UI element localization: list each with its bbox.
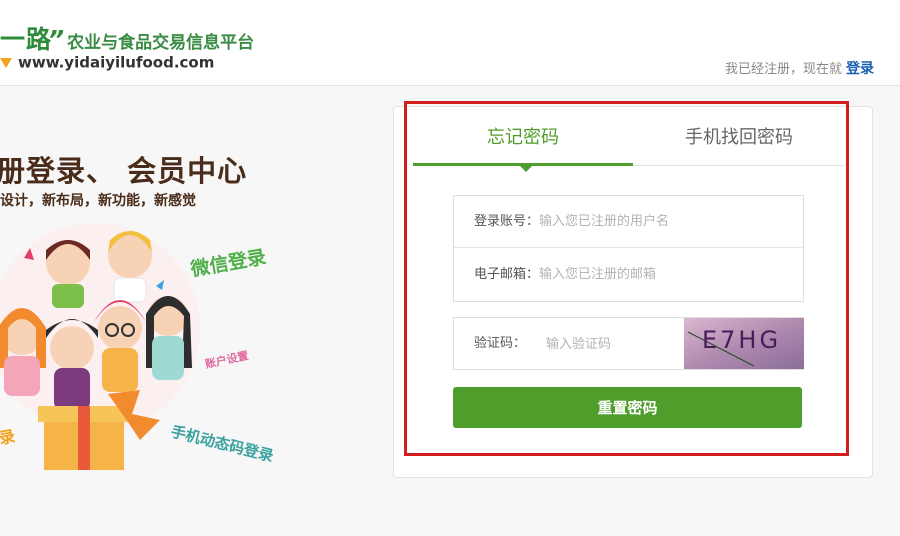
tag-sms-login: 手机动态码登录 bbox=[169, 422, 275, 465]
brand-quote: ” bbox=[48, 25, 66, 54]
site-header: 一路” 农业与食品交易信息平台 www.yidaiyilufood.com 我已经… bbox=[0, 0, 900, 86]
person-shirt bbox=[102, 348, 138, 392]
brand-logo[interactable]: 一路” 农业与食品交易信息平台 bbox=[0, 20, 254, 56]
header-login-link[interactable]: 登录 bbox=[846, 61, 874, 77]
promo-illustration: 微信登录 账户设置 手机动态码登录 录 bbox=[0, 223, 275, 470]
tag-wechat-login: 微信登录 bbox=[188, 245, 268, 281]
person-shirt bbox=[152, 336, 184, 380]
arrow-down-icon bbox=[0, 57, 12, 68]
brand-name: 一路 bbox=[0, 25, 53, 54]
person-face bbox=[98, 306, 142, 350]
promo-title: 册登录、 会员中心 bbox=[0, 154, 248, 188]
brand-url-row: www.yidaiyilufood.com bbox=[0, 52, 214, 72]
person-face bbox=[50, 326, 94, 370]
brand-tagline: 农业与食品交易信息平台 bbox=[67, 33, 255, 53]
brand-url: www.yidaiyilufood.com bbox=[18, 53, 215, 72]
gift-ribbon bbox=[78, 406, 90, 470]
tag-left-partial: 录 bbox=[0, 426, 16, 447]
person-shirt bbox=[54, 368, 90, 410]
header-login-prompt: 我已经注册，现在就 登录 bbox=[725, 58, 874, 78]
login-prompt-text: 我已经注册，现在就 bbox=[724, 62, 842, 77]
person-shirt bbox=[4, 356, 40, 396]
person-shirt bbox=[52, 284, 84, 308]
highlight-frame bbox=[404, 101, 849, 456]
tag-account-settings: 账户设置 bbox=[204, 348, 250, 371]
promo-subtitle: 设计，新布局，新功能，新感觉 bbox=[0, 193, 196, 209]
person-shirt bbox=[113, 277, 147, 303]
